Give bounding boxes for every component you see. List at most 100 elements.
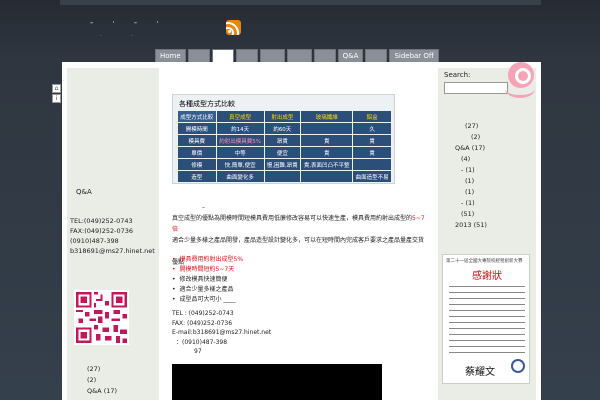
certificate-title: 感謝狀 [472,271,502,282]
table-cell: 模具費 [178,135,216,146]
table-cell: 貴 [301,147,353,158]
table-row: 成型方式比較 真空成型 射出成型 玻璃纖維 鋁盒 [178,111,391,122]
table-cell: 玻璃纖維 [301,111,353,122]
table-cell: 曲面變化多 [216,171,264,182]
contact-email[interactable]: b318691@ms27.hinet.net [70,246,155,256]
list-item[interactable]: Q&A (17) [87,386,117,397]
tab-sidebar-off[interactable]: Sidebar Off [389,49,439,62]
list-item[interactable]: (2) [87,375,117,386]
tab-4[interactable] [235,49,258,62]
table-cell: 貴 [353,147,391,158]
comparison-table: 成型方式比較 真空成型 射出成型 玻璃纖維 鋁盒 開模時間 約14天 約60天 … [177,110,392,183]
table-cell: 貴 [353,135,391,146]
list-item[interactable]: (27) [455,121,487,132]
table-cell: 單價 [178,147,216,158]
rss-icon[interactable] [226,20,241,35]
table-cell [301,123,353,134]
search-input[interactable] [444,82,508,94]
comparison-table-box: 各種成型方式比較 成型方式比較 真空成型 射出成型 玻璃纖維 鋁盒 開模時間 約… [172,94,395,184]
table-row: 造型 曲面變化多 曲面造型不易 [178,171,391,182]
certificate-signature: 蔡耀文 [465,367,495,378]
table-cell: 便宜 [264,147,301,158]
table-cell: 成型方式比較 [178,111,216,122]
right-archive-list: (27) (2) Q&A (17) (4) - (1) (1) (1) - (1… [455,121,487,231]
table-row: 模具費 約射出模具費5% 昂貴 貴 貴 [178,135,391,146]
table-cell: 修模 [178,159,216,170]
search-label: Search: [444,71,471,79]
table-cell: 曲面造型不易 [353,171,391,182]
article-email[interactable]: E-mail:b318691@ms27.hinet.net [172,328,271,338]
table-cell: 慢,困難,昂貴 [264,159,301,170]
info-icon[interactable]: i [52,94,61,103]
list-item[interactable]: (2) [455,132,487,143]
list-item: 適合少量多樣之產品 [172,285,243,295]
left-qa-link[interactable]: Q&A [76,188,92,196]
list-item[interactable]: (1) [455,176,487,187]
table-row: 開模時間 約14天 約60天 久 [178,123,391,134]
tab-3-active[interactable] [211,49,234,63]
decorative-arc [505,80,535,98]
contact-tel: TEL:(049)252-0743 [70,217,133,225]
tab-qa[interactable]: Q&A [337,49,364,62]
certificate-stamp [511,359,525,373]
tab-6[interactable] [286,49,312,62]
table-cell: 造型 [178,171,216,182]
list-item[interactable]: (27) [87,364,117,375]
table-cell: 久 [353,123,391,134]
table-cell: 快,簡單,便宜 [216,159,264,170]
list-item[interactable]: (1) [455,187,487,198]
list-item: 開模時間短約5~7天 [172,265,243,275]
site-title[interactable]: - · - · [90,18,167,28]
table-cell: 約射出模具費5% [216,135,264,146]
contact-fax: FAX:(049)252-0736 [70,227,134,235]
tab-7[interactable] [313,49,336,62]
article-para-2: 適合少量多樣之產品開發，產品造型設計變化多，可以在短時間內完成客戶要求之產品量產… [172,237,425,244]
article-para-1: 真空成型的優點為開模時間短模具費用低廉修改容易可以快速生產，模具費用約射出成型的… [172,215,425,233]
table-row: 單價 中等 便宜 貴 貴 [178,147,391,158]
main-nav: Home Q&A Sidebar Off [155,49,439,63]
table-cell: 昂貴 [264,135,301,146]
article-contact: TEL : (049)252-0743 FAX: (049)252-0736 E… [172,309,271,357]
table-cell: 中等 [216,147,264,158]
tab-home[interactable]: Home [155,49,186,62]
table-cell [264,171,301,182]
table-cell: 開模時間 [178,123,216,134]
article-fax: FAX: (049)252-0736 [172,319,233,327]
list-item[interactable]: (51) [455,209,487,220]
table-cell [353,159,391,170]
tab-9[interactable] [365,49,388,62]
tab-5[interactable] [259,49,285,62]
list-item[interactable]: - (1) [455,165,487,176]
list-item[interactable]: (4) [455,154,487,165]
table-cell: 約60天 [264,123,301,134]
certificate-image: 第二十一屆全國大專院校經營創新大賽 感謝狀 蔡耀文 [442,254,530,384]
table-cell: 貴 [301,135,353,146]
list-item[interactable]: - (1) [455,198,487,209]
contact-block: TEL:(049)252-0743 FAX:(049)252-0736 (091… [70,216,155,256]
certificate-top-text: 第二十一屆全國大專院校經營創新大賽 [446,259,523,264]
table-cell [301,171,353,182]
feature-list: 模具費用約射出成型5% 開模時間短約5~7天 修改模具快速簡便 適合少量多樣之產… [172,255,244,305]
list-item[interactable]: 2013 (51) [455,220,487,231]
tab-2[interactable] [187,49,210,62]
table-cell: 鋁盒 [353,111,391,122]
site-tagline: . . [100,32,147,38]
list-item: 模具費用約射出成型5% [172,255,244,265]
contact-mobile: (0910)487-398 [70,237,119,245]
home-icon[interactable]: ⌂ [52,84,61,93]
table-cell: 射出成型 [264,111,301,122]
table-cell: 約14天 [216,123,264,134]
article-dash: – [202,204,205,211]
list-item: 成型品可大可小 ____ [172,295,243,305]
article-mobile: ：(0910)487-398 [176,338,228,346]
left-archive-list: (27) (2) Q&A (17) [87,364,117,397]
table-cell: 真空成型 [216,111,264,122]
left-sidebar: Q&A TEL:(049)252-0743 FAX:(049)252-0736 … [67,68,159,400]
list-item[interactable]: Q&A (17) [455,143,487,154]
embedded-video[interactable] [172,364,382,400]
comparison-title: 各種成型方式比較 [179,100,235,108]
article-tel: TEL : (049)252-0743 [172,310,234,317]
list-item: 修改模具快速簡便 [172,275,243,285]
article-address: 97 [194,348,202,355]
table-row: 修模 快,簡單,便宜 慢,困難,昂貴 貴,表面凹凸不平整 [178,159,391,170]
